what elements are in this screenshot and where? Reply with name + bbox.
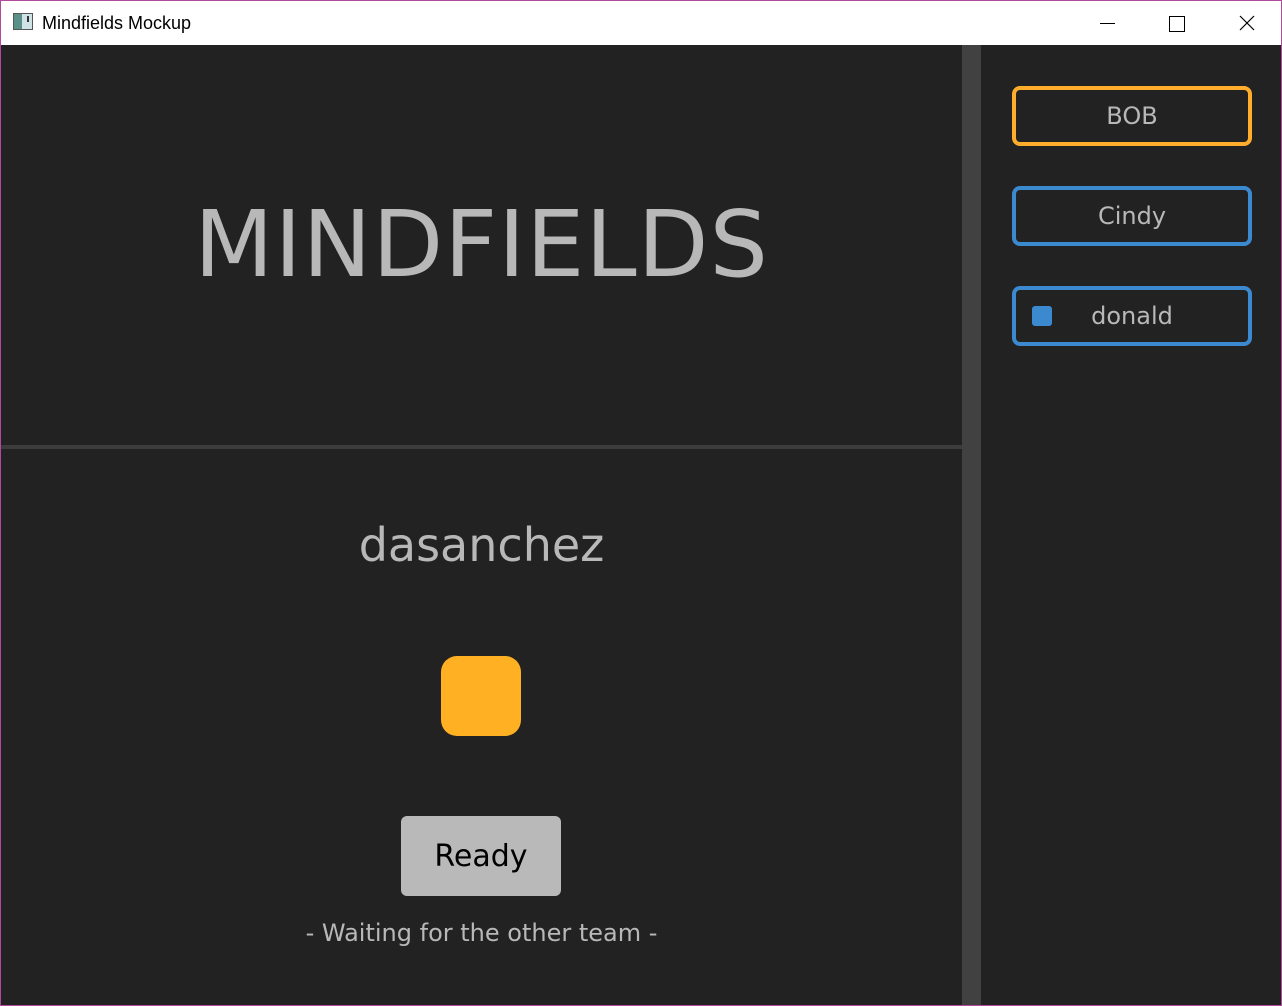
- app-window-icon: [13, 13, 33, 30]
- player-item-donald[interactable]: donald: [1012, 286, 1252, 346]
- lobby-panel: MINDFIELDS dasanchez Ready - Waiting for…: [1, 45, 962, 1005]
- title-bar[interactable]: Mindfields Mockup: [1, 1, 1281, 45]
- section-divider: [1, 445, 962, 449]
- player-name: BOB: [1106, 102, 1158, 130]
- close-button[interactable]: [1212, 1, 1281, 45]
- player-status-marker: [1032, 306, 1052, 326]
- player-item-bob[interactable]: BOB: [1012, 86, 1252, 146]
- player-list-panel: BOB Cindy donald: [981, 45, 1281, 1005]
- window-title: Mindfields Mockup: [42, 13, 192, 33]
- panel-splitter[interactable]: [962, 45, 981, 1005]
- player-name: donald: [1091, 302, 1173, 330]
- maximize-button[interactable]: [1142, 1, 1212, 45]
- close-icon: [1239, 15, 1255, 31]
- app-title: MINDFIELDS: [194, 191, 769, 298]
- ready-button[interactable]: Ready: [401, 816, 561, 896]
- status-message: - Waiting for the other team -: [305, 919, 658, 947]
- minimize-button[interactable]: [1072, 1, 1142, 45]
- player-color-swatch[interactable]: [441, 656, 521, 736]
- player-item-cindy[interactable]: Cindy: [1012, 186, 1252, 246]
- app-window: Mindfields Mockup MINDFIELDS dasanchez R…: [0, 0, 1282, 1006]
- username-label: dasanchez: [358, 518, 605, 572]
- player-name: Cindy: [1097, 202, 1167, 230]
